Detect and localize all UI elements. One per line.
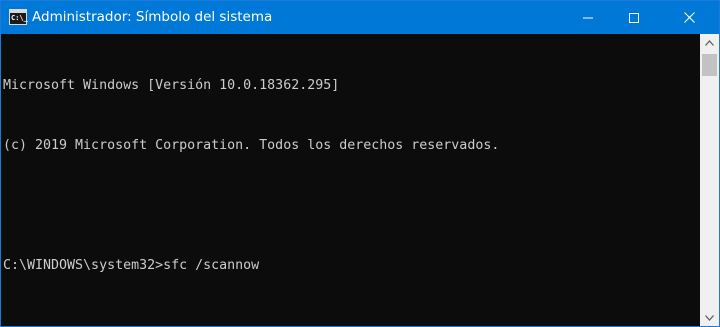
icon-prompt-text: C:\_ xyxy=(11,14,28,22)
vertical-scrollbar[interactable] xyxy=(700,34,719,326)
close-icon xyxy=(683,12,695,23)
title-bar[interactable]: C:\_ Administrador: Símbolo del sistema xyxy=(1,1,719,34)
maximize-icon xyxy=(629,12,639,23)
chevron-up-icon xyxy=(705,39,714,46)
icon-titlebar-strip xyxy=(10,10,26,13)
minimize-icon xyxy=(583,17,593,18)
console-line-blank xyxy=(3,196,700,216)
chevron-down-icon xyxy=(705,314,714,321)
maximize-button[interactable] xyxy=(611,1,657,34)
minimize-button[interactable] xyxy=(565,1,611,34)
scroll-down-button[interactable] xyxy=(700,309,719,326)
command-prompt-window: C:\_ Administrador: Símbolo del sistema … xyxy=(0,0,720,327)
console-line-command[interactable]: C:\WINDOWS\system32>sfc /scannow xyxy=(3,256,700,276)
window-title: Administrador: Símbolo del sistema xyxy=(32,9,273,25)
console-line-version: Microsoft Windows [Versión 10.0.18362.29… xyxy=(3,78,340,93)
console-output[interactable]: Microsoft Windows [Versión 10.0.18362.29… xyxy=(1,34,700,326)
close-button[interactable] xyxy=(659,1,719,34)
console-line-copyright: (c) 2019 Microsoft Corporation. Todos lo… xyxy=(3,138,500,153)
scrollbar-thumb[interactable] xyxy=(702,54,717,76)
scroll-up-button[interactable] xyxy=(700,34,719,51)
command-prompt-icon[interactable]: C:\_ xyxy=(9,9,28,25)
command-prompt-input[interactable]: C:\WINDOWS\system32>sfc /scannow xyxy=(3,258,259,273)
